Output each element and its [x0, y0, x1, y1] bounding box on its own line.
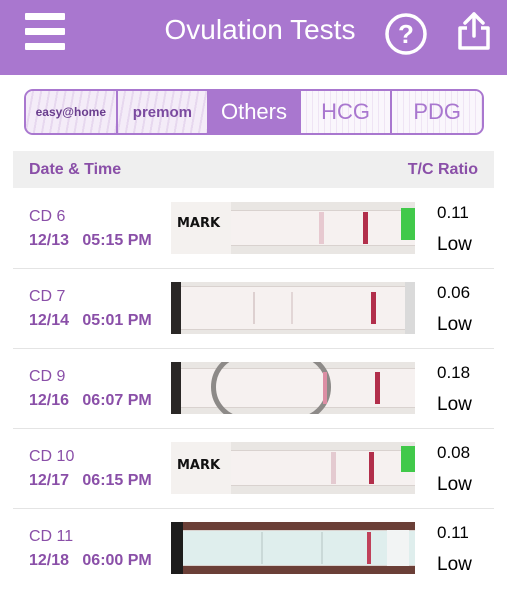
test-datetime: 12/14 05:01 PM — [29, 312, 152, 330]
test-row[interactable]: CD 6 12/13 05:15 PM MARK 0.11 Low — [13, 189, 494, 269]
cycle-day: CD 7 — [29, 288, 66, 305]
cycle-day: CD 9 — [29, 368, 66, 385]
page-title: Ovulation Tests — [164, 14, 356, 45]
tab-pdg[interactable]: PDG — [392, 91, 482, 133]
cycle-day: CD 10 — [29, 448, 75, 465]
test-time: 05:15 PM — [82, 232, 152, 249]
test-time: 06:15 PM — [82, 472, 152, 489]
tab-easy-at-home[interactable]: easy@home — [26, 91, 118, 133]
test-time: 06:07 PM — [82, 392, 152, 409]
test-row[interactable]: CD 10 12/17 06:15 PM MARK 0.08 Low — [13, 429, 494, 509]
test-strip-image[interactable]: MARK — [171, 202, 415, 254]
test-datetime: 12/13 05:15 PM — [29, 232, 152, 250]
test-strip-image[interactable] — [171, 522, 415, 574]
share-upload-icon[interactable] — [455, 11, 493, 51]
test-time: 05:01 PM — [82, 312, 152, 329]
tc-level: Low — [437, 554, 472, 575]
test-date: 12/13 — [29, 232, 70, 249]
test-strip-image[interactable] — [171, 282, 415, 334]
test-strip-image[interactable]: MARK — [171, 442, 415, 494]
test-datetime: 12/16 06:07 PM — [29, 392, 152, 410]
test-row[interactable]: CD 7 12/14 05:01 PM 0.06 Low — [13, 269, 494, 349]
strip-mark-label: MARK — [177, 458, 221, 473]
cycle-day: CD 6 — [29, 208, 66, 225]
hamburger-menu-icon[interactable] — [25, 13, 65, 53]
tab-others[interactable]: Others — [209, 91, 301, 133]
test-date: 12/17 — [29, 472, 70, 489]
premom-logo: premom — [132, 103, 192, 121]
test-time: 06:00 PM — [82, 552, 152, 569]
test-datetime: 12/17 06:15 PM — [29, 472, 152, 490]
tc-ratio-value: 0.18 — [437, 363, 471, 382]
date-time-column-header: Date & Time — [29, 160, 122, 178]
tc-level: Low — [437, 234, 472, 255]
tc-ratio-column-header: T/C Ratio — [407, 160, 478, 178]
cycle-day: CD 11 — [29, 528, 74, 545]
svg-text:?: ? — [398, 19, 414, 49]
test-date: 12/14 — [29, 312, 70, 329]
test-row[interactable]: CD 11 12/18 06:00 PM 0.11 Low — [13, 509, 494, 589]
brand-tabs: easy@home premom Others HCG PDG — [24, 89, 484, 135]
tab-hcg[interactable]: HCG — [300, 91, 393, 133]
tc-ratio-value: 0.11 — [437, 203, 469, 222]
tc-ratio-value: 0.08 — [437, 443, 471, 462]
tc-level: Low — [437, 314, 472, 335]
app-header: Ovulation Tests ? — [0, 0, 507, 75]
tab-others-label: Others — [220, 99, 287, 124]
tc-ratio-value: 0.11 — [437, 523, 469, 542]
test-date: 12/18 — [29, 552, 70, 569]
tab-pdg-label: PDG — [413, 99, 462, 124]
tab-hcg-label: HCG — [321, 99, 371, 124]
tab-premom[interactable]: premom — [117, 91, 210, 133]
tc-level: Low — [437, 394, 472, 415]
list-header: Date & Time T/C Ratio — [13, 151, 494, 188]
help-question-icon[interactable]: ? — [384, 12, 428, 56]
easy-at-home-logo: easy@home — [35, 105, 106, 119]
tc-ratio-value: 0.06 — [437, 283, 471, 302]
test-date: 12/16 — [29, 392, 70, 409]
tc-level: Low — [437, 474, 472, 495]
test-row[interactable]: CD 9 12/16 06:07 PM 0.18 Low — [13, 349, 494, 429]
strip-mark-label: MARK — [177, 216, 221, 231]
test-datetime: 12/18 06:00 PM — [29, 552, 152, 570]
test-strip-image[interactable] — [171, 362, 415, 414]
